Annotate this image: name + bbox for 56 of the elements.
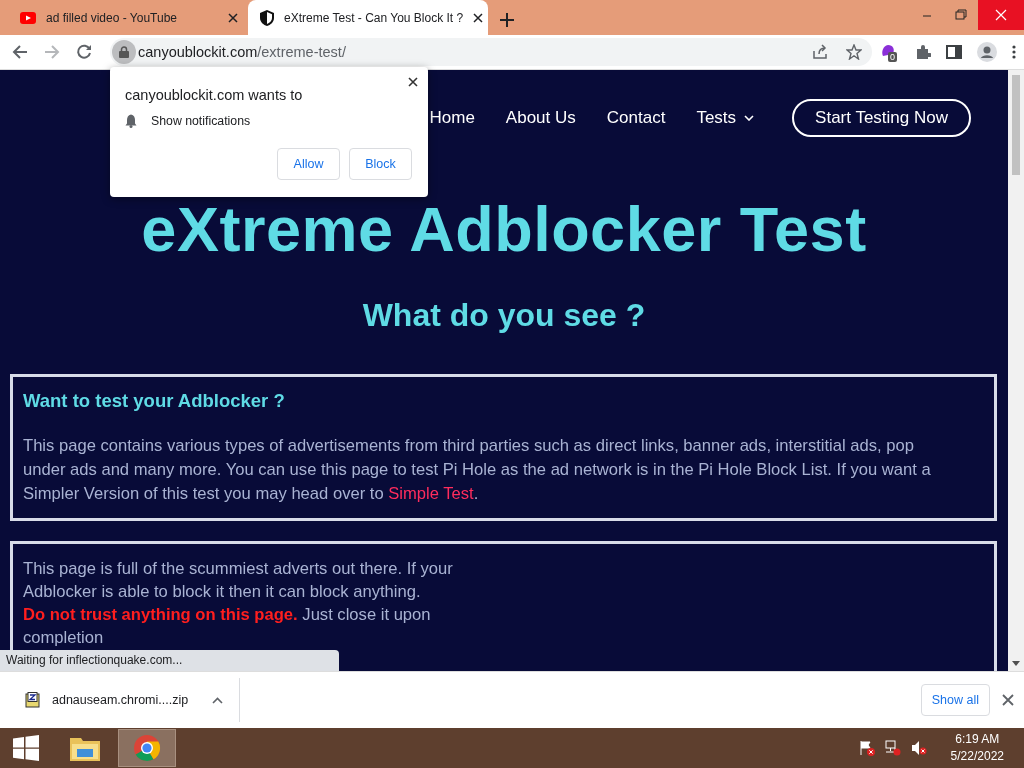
prompt-button[interactable]: Block bbox=[349, 148, 412, 180]
clock[interactable]: 6:19 AM 5/22/2022 bbox=[950, 731, 1004, 765]
prompt-title: canyoublockit.com wants to bbox=[125, 87, 304, 103]
nav-link[interactable]: About Us bbox=[505, 108, 576, 128]
flag-error-icon[interactable] bbox=[858, 740, 875, 756]
scrollbar-thumb[interactable] bbox=[1012, 75, 1020, 175]
nav-link[interactable]: Contact bbox=[606, 108, 666, 128]
muted-speaker-icon[interactable] bbox=[910, 740, 927, 756]
tab-title: eXtreme Test - Can You Block It ? bbox=[284, 10, 464, 25]
nav-link[interactable]: Home bbox=[429, 108, 475, 128]
caret-up-icon bbox=[212, 696, 224, 704]
chrome-icon bbox=[133, 734, 161, 762]
lock-icon bbox=[119, 46, 129, 58]
simple-test-link[interactable]: Simple Test bbox=[388, 484, 474, 503]
url-text: canyoublockit.com/extreme-test/ bbox=[138, 44, 346, 60]
permission-label: Show notifications bbox=[151, 114, 251, 128]
address-field[interactable]: canyoublockit.com/extreme-test/ bbox=[110, 38, 872, 66]
card-heading: Want to test your Adblocker ? bbox=[23, 390, 286, 412]
file-name: adnauseam.chromi....zip bbox=[52, 693, 189, 707]
back-icon[interactable] bbox=[12, 44, 28, 60]
status-text: Waiting for inflectionquake.com... bbox=[0, 650, 339, 671]
sidebar-icon[interactable] bbox=[946, 44, 962, 60]
extension-button[interactable]: 0 bbox=[880, 42, 900, 62]
page-title: eXtreme Adblocker Test bbox=[140, 198, 868, 261]
download-item[interactable]: adnauseam.chromi....zip bbox=[24, 678, 241, 722]
prompt-button[interactable]: Allow bbox=[277, 148, 340, 180]
taskbar-app[interactable] bbox=[118, 729, 176, 767]
scrollbar[interactable] bbox=[1008, 70, 1024, 671]
profile-icon[interactable] bbox=[977, 42, 997, 62]
close-icon[interactable] bbox=[1002, 694, 1014, 706]
nav-link[interactable]: Tests bbox=[696, 108, 755, 128]
bell-icon bbox=[125, 114, 137, 128]
reload-icon[interactable] bbox=[76, 44, 92, 60]
new-tab-icon[interactable] bbox=[500, 13, 514, 27]
windows-logo-icon[interactable] bbox=[13, 735, 39, 761]
share-icon[interactable] bbox=[812, 44, 828, 60]
shield-icon bbox=[260, 9, 274, 26]
tab-title: ad filled video - YouTube bbox=[46, 10, 178, 25]
play-icon bbox=[20, 11, 36, 24]
network-icon[interactable] bbox=[884, 740, 901, 756]
puzzle-icon[interactable] bbox=[915, 44, 931, 60]
zip-file-icon bbox=[24, 692, 40, 708]
browser-tab[interactable]: eXtreme Test - Can You Block It ? bbox=[248, 0, 488, 35]
star-icon[interactable] bbox=[846, 44, 862, 60]
menu-icon[interactable] bbox=[1012, 44, 1016, 60]
page-subtitle: What do you see ? bbox=[361, 299, 647, 331]
extension-badge: 0 bbox=[888, 52, 897, 62]
close-icon[interactable] bbox=[473, 12, 484, 23]
start-testing-button[interactable]: Start Testing Now bbox=[792, 99, 971, 137]
card-text: This page is full of the scummiest adverts out there. If your Adblocker is able to block it then it can block anything. Do not trust anything on this page. Just close it upon completion bbox=[23, 558, 454, 649]
close-icon[interactable] bbox=[228, 12, 238, 23]
show-all-button[interactable]: Show all bbox=[920, 684, 990, 716]
card-text: This page contains various types of advertisements from third parties such as direct links, banner ads, interstitial ads, pop under ads and many more. You can use this page to test Pi Hole as the ad network is in the Pi Hole Block List. If you want a Simpler Version of this test you may head over to Simple Test. bbox=[23, 435, 932, 505]
close-icon[interactable] bbox=[408, 77, 418, 87]
browser-tab[interactable]: ad filled video - YouTube bbox=[8, 0, 248, 35]
scroll-down-icon bbox=[1012, 661, 1020, 666]
